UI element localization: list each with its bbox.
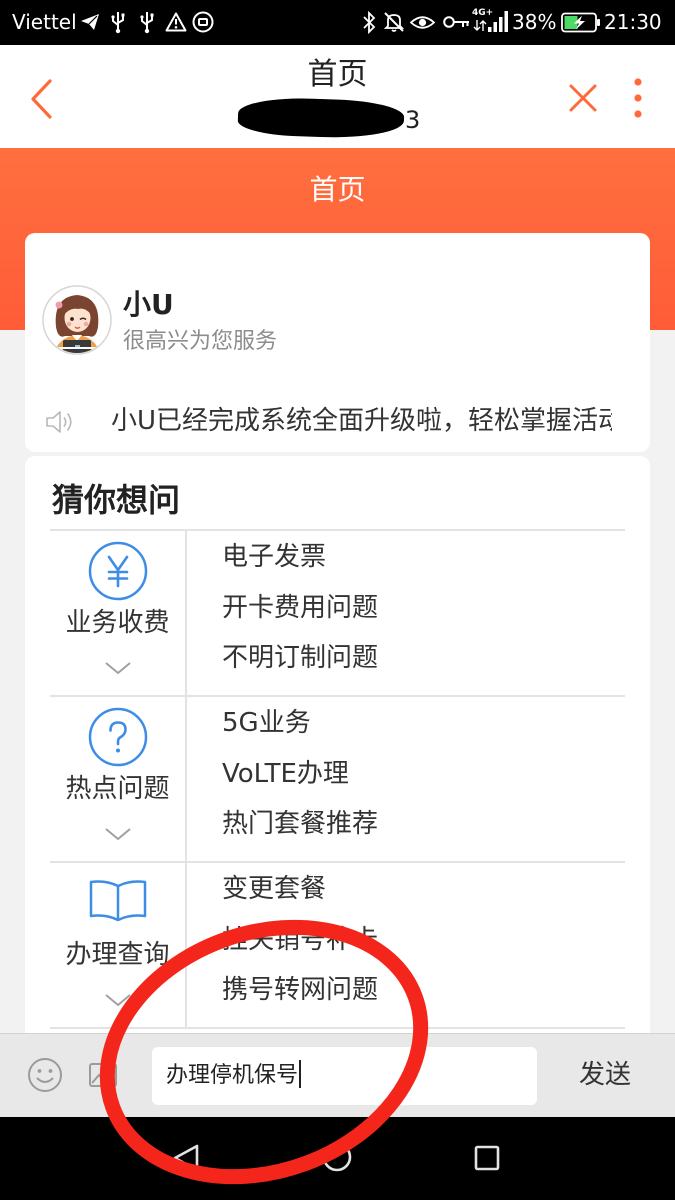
signal-icon: [488, 11, 508, 32]
page-subtitle: 3: [405, 106, 421, 134]
eye-icon: [410, 16, 435, 29]
banner-title: 首页: [309, 173, 366, 206]
telegram-icon: [81, 14, 99, 30]
faq-question[interactable]: 变更套餐: [222, 873, 326, 905]
book-icon: [89, 880, 147, 922]
close-icon[interactable]: [568, 83, 598, 113]
speaker-icon: [46, 411, 72, 433]
faq-question[interactable]: 5G业务: [222, 707, 311, 739]
assistant-tagline: 很高兴为您服务: [123, 329, 278, 354]
avatar: [42, 285, 112, 355]
system-nav-bar: [0, 1117, 675, 1200]
warning-icon: [165, 12, 187, 32]
assistant-name: 小U: [123, 288, 174, 321]
assistant-card: 小U 很高兴为您服务 小U已经完成系统全面升级啦，轻松掌握活动: [25, 233, 650, 452]
announcement-marquee[interactable]: 小U已经完成系统全面升级啦，轻松掌握活动: [111, 404, 612, 438]
smiley-icon[interactable]: [27, 1057, 63, 1093]
faq-question[interactable]: 开卡费用问题: [222, 592, 378, 624]
image-icon[interactable]: [88, 1062, 118, 1088]
chevron-down-icon[interactable]: [104, 827, 132, 841]
faq-question[interactable]: 携号转网问题: [222, 974, 378, 1006]
faq-category-billing[interactable]: 业务收费: [50, 531, 187, 695]
question-icon: [88, 707, 148, 767]
faq-category-row: 热点问题 5G业务 VoLTE办理 热门套餐推荐: [50, 697, 625, 863]
usb-icon: [140, 12, 154, 34]
faq-category-services[interactable]: 办理查询: [50, 863, 187, 1027]
faq-grid: 业务收费 电子发票 开卡费用问题 不明订制问题 热点问题 5G业务 VoLTE办…: [50, 529, 625, 1029]
message-input-text: 办理停机保号: [166, 1063, 299, 1088]
carrier-name: Viettel: [12, 10, 77, 34]
clock: 21:30: [604, 10, 662, 34]
recents-square-icon[interactable]: [474, 1145, 500, 1171]
faq-category-label: 热点问题: [65, 774, 170, 804]
faq-category-row: 业务收费 电子发票 开卡费用问题 不明订制问题: [50, 531, 625, 697]
faq-question[interactable]: 挂失销号补卡: [222, 924, 378, 956]
faq-title: 猜你想问: [52, 481, 181, 519]
redaction-scribble: [237, 96, 405, 140]
key-icon: [443, 16, 469, 28]
chevron-down-icon[interactable]: [104, 993, 132, 1007]
faq-category-row: 办理查询 变更套餐 挂失销号补卡 携号转网问题: [50, 863, 625, 1029]
status-bar: Viettel 4G+ 38% 21:30: [0, 0, 675, 45]
yen-icon: [88, 541, 148, 601]
battery-percent: 38%: [512, 10, 557, 34]
faq-category-hot-topics[interactable]: 热点问题: [50, 697, 187, 861]
bluetooth-icon: [363, 11, 376, 34]
app-notification-icon: [192, 11, 214, 33]
faq-question[interactable]: 热门套餐推荐: [222, 808, 378, 840]
mute-icon: [383, 12, 405, 32]
message-input[interactable]: 办理停机保号: [152, 1047, 537, 1105]
app-header: 首页 3: [0, 45, 675, 148]
battery-charging-icon: [561, 12, 600, 33]
faq-category-label: 办理查询: [65, 940, 170, 970]
back-triangle-icon[interactable]: [171, 1143, 201, 1173]
faq-question[interactable]: VoLTE办理: [222, 758, 349, 790]
send-button[interactable]: 发送: [560, 1034, 650, 1117]
faq-question[interactable]: 电子发票: [222, 541, 326, 573]
faq-question[interactable]: 不明订制问题: [222, 642, 378, 674]
chat-input-bar: 办理停机保号 发送: [0, 1033, 675, 1117]
home-circle-icon[interactable]: [321, 1141, 353, 1173]
data-arrows-icon: [473, 20, 487, 31]
more-vertical-icon[interactable]: [632, 77, 644, 121]
usb-icon: [111, 12, 125, 34]
text-caret: [299, 1060, 302, 1088]
faq-category-label: 业务收费: [65, 608, 170, 638]
chevron-down-icon[interactable]: [104, 661, 132, 675]
